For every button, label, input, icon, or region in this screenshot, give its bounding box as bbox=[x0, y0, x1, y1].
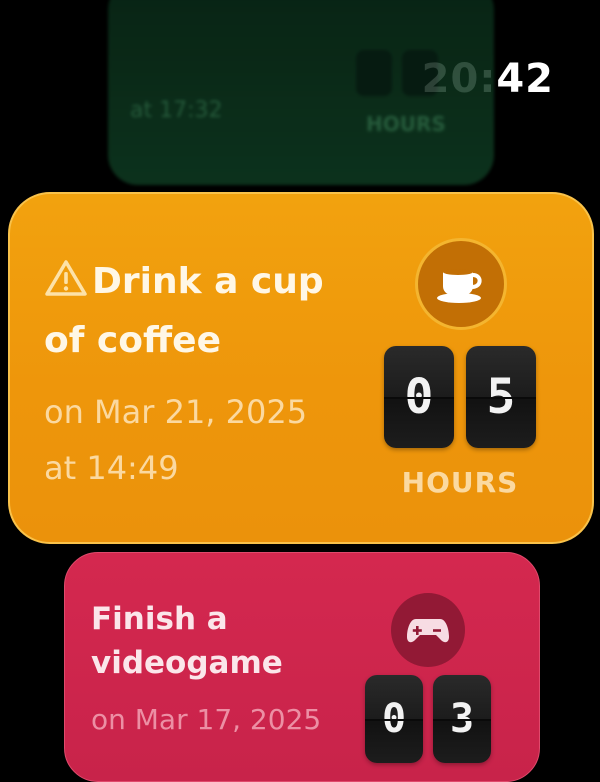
gamepad-icon bbox=[391, 593, 465, 667]
countdown-digit bbox=[356, 50, 392, 96]
countdown-digits bbox=[356, 50, 438, 96]
countdown-digits: 0 3 bbox=[365, 675, 491, 763]
countdown-digit: 0 bbox=[384, 346, 454, 448]
countdown-digits: 0 5 bbox=[384, 346, 536, 448]
countdown-digit bbox=[402, 50, 438, 96]
card-time-line: at 14:49 bbox=[44, 449, 179, 487]
reminder-card-next[interactable]: Finish a videogame on Mar 17, 2025 0 3 bbox=[64, 552, 540, 782]
warning-triangle-icon bbox=[44, 258, 88, 313]
card-date: at 17:32 bbox=[130, 98, 223, 123]
countdown-digit: 0 bbox=[365, 675, 423, 763]
countdown-digit: 3 bbox=[433, 675, 491, 763]
coffee-cup-icon bbox=[415, 238, 507, 330]
reminder-card-current[interactable]: Drink a cup of coffee on Mar 21, 2025 at… bbox=[8, 192, 594, 544]
countdown-unit: HOURS bbox=[366, 112, 446, 136]
card-title-row: Drink a cup of coffee bbox=[44, 254, 374, 368]
card-date: on Mar 17, 2025 bbox=[91, 703, 322, 736]
card-title: Finish a videogame bbox=[91, 601, 283, 681]
countdown-digit: 5 bbox=[466, 346, 536, 448]
card-date: on Mar 21, 2025 at 14:49 bbox=[44, 384, 364, 496]
reminder-card-previous[interactable]: at 17:32 HOURS bbox=[108, 0, 494, 185]
countdown-unit: HOURS bbox=[401, 466, 519, 499]
card-date-line: on Mar 21, 2025 bbox=[44, 393, 308, 431]
